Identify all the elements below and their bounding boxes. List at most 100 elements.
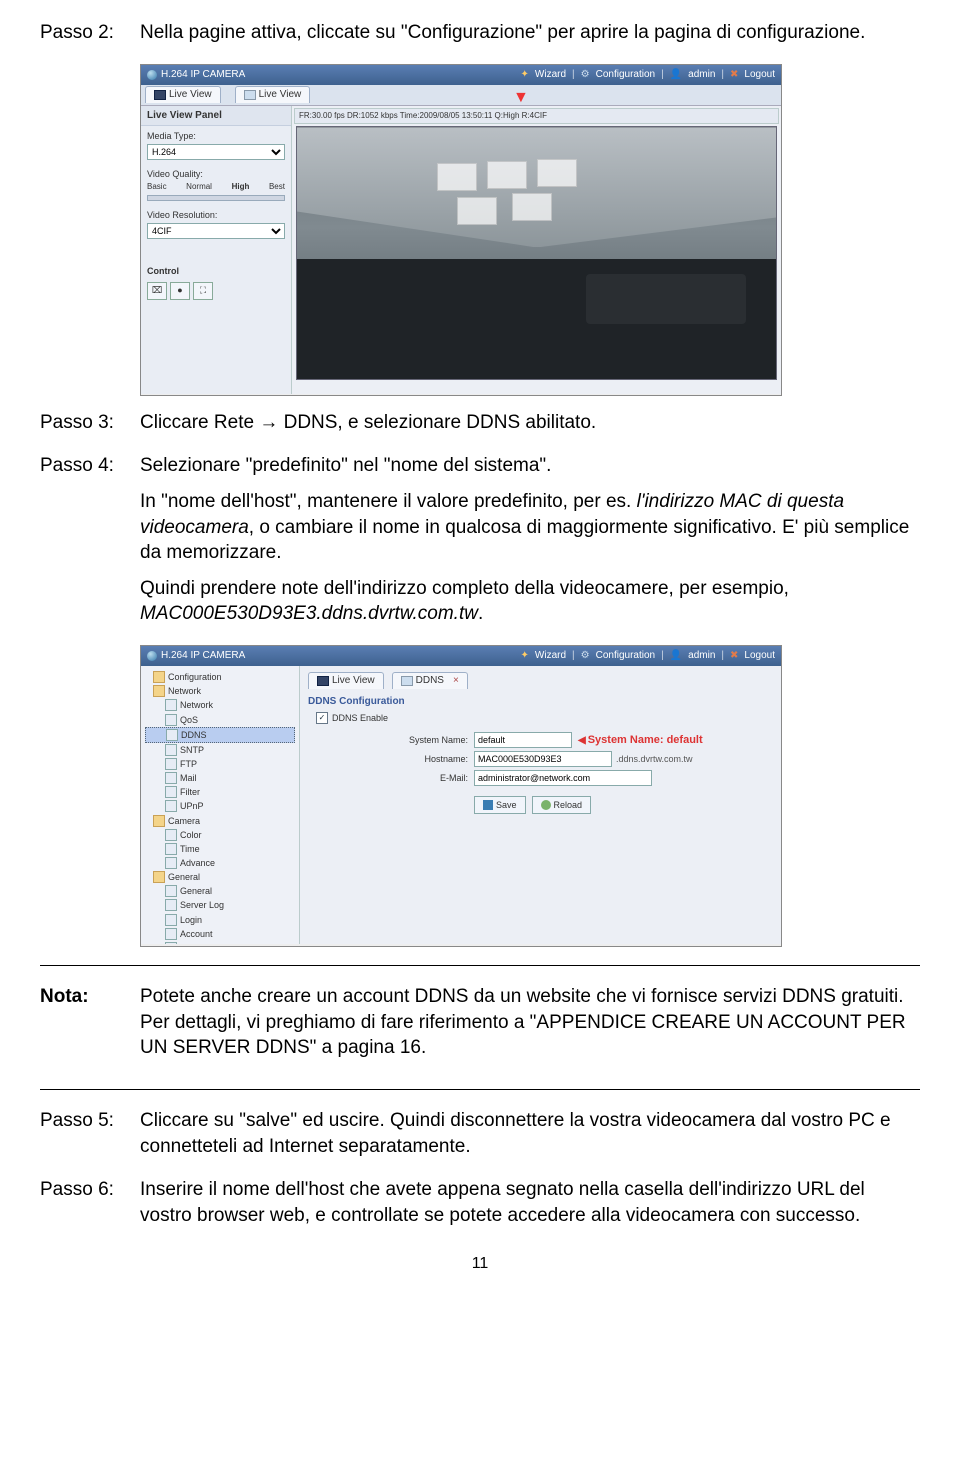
page-icon [165, 899, 177, 911]
step-4: Passo 4: Selezionare "predefinito" nel "… [40, 453, 920, 637]
tree-color[interactable]: Color [145, 828, 295, 842]
nav-wizard-2[interactable]: Wizard [535, 649, 566, 663]
system-name-label: System Name: [308, 734, 474, 746]
step-3-label: Passo 3: [40, 410, 140, 446]
tab-live-view-2[interactable]: Live View [308, 672, 384, 689]
app-title-2: H.264 IP CAMERA [161, 649, 245, 663]
tree-general[interactable]: General [145, 884, 295, 898]
monitor-icon [317, 676, 329, 686]
user-icon: 👤 [670, 68, 682, 82]
page-icon [165, 914, 177, 926]
tab-live-view[interactable]: Live View [235, 86, 311, 103]
nav-configuration-2[interactable]: Configuration [596, 649, 655, 663]
tree-network-folder[interactable]: Network [145, 684, 295, 698]
tree-account[interactable]: Account [145, 927, 295, 941]
close-icon[interactable]: × [453, 674, 459, 688]
video-resolution-label: Video Resolution: [147, 209, 285, 221]
tree-time[interactable]: Time [145, 842, 295, 856]
step-4-line3: Quindi prendere note dell'indirizzo comp… [140, 576, 920, 627]
page-icon [165, 744, 177, 756]
video-frame [296, 126, 777, 380]
note-text: Potete anche creare un account DDNS da u… [140, 984, 920, 1061]
user-icon: 👤 [670, 649, 682, 663]
note-block: Nota: Potete anche creare un account DDN… [40, 984, 920, 1071]
note-separator-top [40, 965, 920, 966]
tree-sntp[interactable]: SNTP [145, 743, 295, 757]
folder-icon [153, 815, 165, 827]
nav-configuration[interactable]: Configuration [596, 68, 655, 82]
tree-login[interactable]: Login [145, 913, 295, 927]
tree-filter[interactable]: Filter [145, 785, 295, 799]
page-icon [165, 714, 177, 726]
globe-icon [147, 70, 157, 80]
tab-ddns[interactable]: DDNS× [392, 672, 468, 689]
logout-icon: ✖ [730, 68, 738, 82]
tree-advance[interactable]: Advance [145, 856, 295, 870]
page-icon [165, 843, 177, 855]
logout-icon: ✖ [730, 649, 738, 663]
folder-icon [153, 871, 165, 883]
video-quality-label: Video Quality: [147, 168, 285, 180]
app-title: H.264 IP CAMERA [161, 68, 245, 82]
globe-icon [147, 651, 157, 661]
email-label: E-Mail: [308, 772, 474, 784]
red-arrow-icon [513, 91, 529, 105]
tree-configuration[interactable]: Configuration [145, 670, 295, 684]
page-icon [165, 800, 177, 812]
tab-icon [401, 676, 413, 686]
media-type-select[interactable]: H.264 [147, 144, 285, 160]
nav-admin[interactable]: admin [688, 68, 715, 82]
quality-slider[interactable] [147, 195, 285, 201]
panel-title: Live View Panel [141, 106, 291, 127]
ddns-section-title: DDNS Configuration [308, 695, 773, 709]
nav-wizard[interactable]: Wizard [535, 68, 566, 82]
step-6-text: Inserire il nome dell'host che avete app… [140, 1177, 920, 1228]
step-6-label: Passo 6: [40, 1177, 140, 1238]
wand-icon: ✦ [521, 649, 529, 663]
fullscreen-button[interactable]: ⛶ [193, 282, 213, 300]
record-button[interactable]: ● [170, 282, 190, 300]
step-3: Passo 3: Cliccare Rete → DDNS, e selezio… [40, 410, 920, 446]
tree-upnp[interactable]: UPnP [145, 799, 295, 813]
tree-trigger[interactable]: Trigger [145, 941, 295, 944]
system-name-annotation: System Name: default [578, 733, 703, 748]
tree-camera-folder[interactable]: Camera [145, 814, 295, 828]
hostname-input[interactable] [474, 751, 612, 767]
step-2: Passo 2: Nella pagine attiva, cliccate s… [40, 20, 920, 56]
nav-logout[interactable]: Logout [744, 68, 775, 82]
hostname-suffix: .ddns.dvrtw.com.tw [616, 753, 693, 765]
page-icon [165, 857, 177, 869]
step-4-line1: Selezionare "predefinito" nel "nome del … [140, 453, 920, 479]
page-icon [165, 699, 177, 711]
nav-admin-2[interactable]: admin [688, 649, 715, 663]
page-icon [165, 772, 177, 784]
snapshot-button[interactable]: ⌧ [147, 282, 167, 300]
nav-logout-2[interactable]: Logout [744, 649, 775, 663]
tree-general-folder[interactable]: General [145, 870, 295, 884]
reload-icon [541, 800, 551, 810]
tab-live-view-left[interactable]: Live View [145, 86, 221, 103]
tree-ftp[interactable]: FTP [145, 757, 295, 771]
note-separator-bottom [40, 1089, 920, 1090]
ddns-enable-checkbox[interactable]: ✓DDNS Enable [316, 712, 773, 724]
control-label: Control [147, 265, 285, 277]
video-status-bar: FR:30.00 fps DR:1052 kbps Time:2009/08/0… [294, 108, 779, 125]
tree-ddns[interactable]: DDNS [145, 727, 295, 743]
monitor-icon [154, 90, 166, 100]
screenshot-ddns-config: H.264 IP CAMERA ✦Wizard | ⚙Configuration… [140, 645, 782, 947]
screenshot-live-view: H.264 IP CAMERA ✦Wizard | ⚙Configuration… [140, 64, 782, 396]
tree-qos[interactable]: QoS [145, 713, 295, 727]
page-icon [165, 786, 177, 798]
step-2-label: Passo 2: [40, 20, 140, 56]
email-input[interactable] [474, 770, 652, 786]
save-button[interactable]: Save [474, 796, 526, 814]
reload-button[interactable]: Reload [532, 796, 592, 814]
system-name-input[interactable] [474, 732, 572, 748]
media-type-label: Media Type: [147, 130, 285, 142]
tree-network[interactable]: Network [145, 698, 295, 712]
tree-serverlog[interactable]: Server Log [145, 898, 295, 912]
tree-mail[interactable]: Mail [145, 771, 295, 785]
page-icon [165, 758, 177, 770]
app-titlebar: H.264 IP CAMERA ✦Wizard | ⚙Configuration… [141, 65, 781, 85]
video-resolution-select[interactable]: 4CIF [147, 223, 285, 239]
